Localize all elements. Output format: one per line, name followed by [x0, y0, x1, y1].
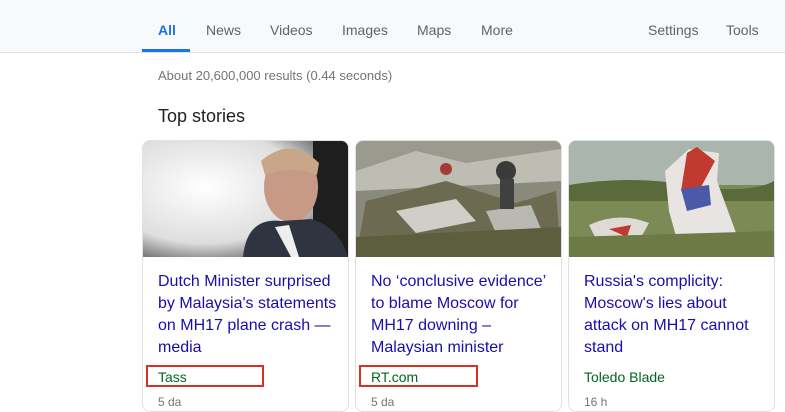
tools-link[interactable]: Tools	[726, 22, 759, 38]
story-title[interactable]: Dutch Minister surprised by Malaysia's s…	[158, 271, 338, 359]
story-time: 5 da	[158, 395, 182, 409]
source-highlight-box	[146, 365, 264, 387]
story-title[interactable]: No ‘conclusive evidence’ to blame Moscow…	[371, 271, 551, 359]
top-stories-heading: Top stories	[158, 106, 246, 126]
story-thumbnail-crash-debris	[356, 141, 561, 257]
story-card[interactable]: Russia's complicity: Moscow's lies about…	[568, 140, 775, 412]
tab-maps[interactable]: Maps	[417, 22, 451, 38]
tab-news[interactable]: News	[206, 22, 241, 38]
search-tabs-bar: All News Videos Images Maps More Setting…	[0, 0, 785, 53]
tab-all[interactable]: All	[158, 22, 176, 38]
story-time: 5 da	[371, 395, 395, 409]
story-title[interactable]: Russia's complicity: Moscow's lies about…	[584, 271, 764, 359]
story-source: Toledo Blade	[584, 369, 665, 385]
story-thumbnail-tail-wreckage	[569, 141, 774, 257]
active-tab-indicator	[142, 49, 190, 52]
result-stats: About 20,600,000 results (0.44 seconds)	[158, 68, 393, 83]
settings-link[interactable]: Settings	[648, 22, 699, 38]
tab-more[interactable]: More	[481, 22, 513, 38]
story-thumbnail-dutch-minister	[143, 141, 348, 257]
source-highlight-box	[359, 365, 478, 387]
tab-videos[interactable]: Videos	[270, 22, 313, 38]
story-time: 16 h	[584, 395, 608, 409]
tab-images[interactable]: Images	[342, 22, 388, 38]
